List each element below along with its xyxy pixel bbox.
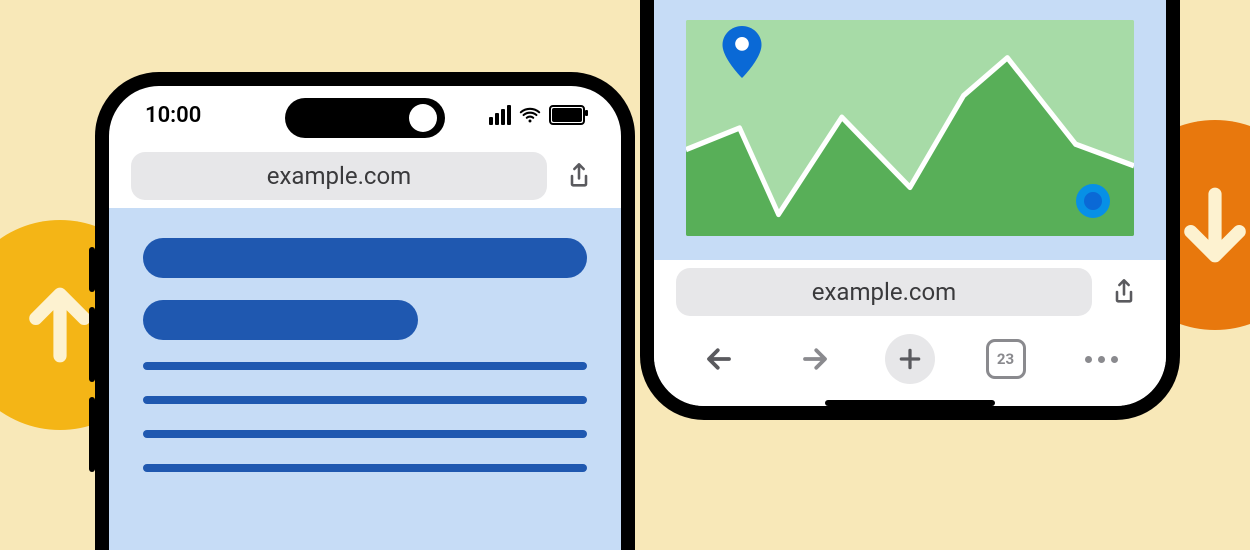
address-bar-row-top: example.com: [109, 144, 621, 208]
address-bar-row-bottom: example.com: [654, 260, 1166, 324]
location-dot-icon: [1076, 184, 1110, 218]
menu-button[interactable]: [1076, 334, 1126, 384]
content-heading-placeholder: [143, 238, 587, 278]
arrow-right-icon: [800, 344, 830, 374]
webpage-content: [109, 208, 621, 550]
forward-button[interactable]: [790, 334, 840, 384]
content-line-placeholder: [143, 430, 587, 438]
map-pin-icon: [722, 26, 762, 78]
tabs-button[interactable]: 23: [981, 334, 1031, 384]
status-time: 10:00: [145, 103, 201, 128]
tabs-count-badge: 23: [986, 339, 1026, 379]
content-line-placeholder: [143, 396, 587, 404]
map-illustration: [686, 20, 1134, 236]
new-tab-button[interactable]: [885, 334, 935, 384]
browser-toolbar: 23: [654, 324, 1166, 386]
content-line-placeholder: [143, 362, 587, 370]
share-icon: [1110, 278, 1138, 306]
back-button[interactable]: [694, 334, 744, 384]
phone-top-variant: 10:00 example.com: [95, 72, 635, 550]
home-indicator: [825, 400, 995, 406]
more-horizontal-icon: [1085, 356, 1118, 363]
share-button[interactable]: [1104, 272, 1144, 312]
share-icon: [565, 162, 593, 190]
address-bar[interactable]: example.com: [131, 152, 547, 200]
share-button[interactable]: [559, 156, 599, 196]
phone-bottom-variant: example.com 23: [640, 0, 1180, 420]
cellular-icon: [489, 105, 511, 125]
wifi-icon: [519, 104, 541, 126]
content-line-placeholder: [143, 464, 587, 472]
address-bar[interactable]: example.com: [676, 268, 1092, 316]
status-bar: 10:00: [109, 86, 621, 144]
illustration-stage: 10:00 example.com: [0, 0, 1250, 550]
dynamic-island: [285, 98, 445, 138]
arrow-left-icon: [704, 344, 734, 374]
plus-icon: [897, 346, 923, 372]
battery-icon: [549, 105, 585, 125]
webpage-content: [654, 0, 1166, 260]
content-heading-placeholder: [143, 300, 418, 340]
